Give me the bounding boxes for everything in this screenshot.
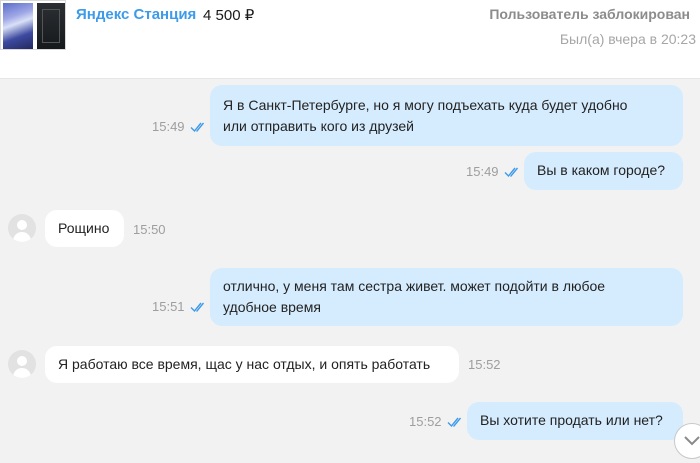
- message-text-line: отлично, у меня там сестра живет. может …: [223, 278, 606, 294]
- message-text-line: удобное время: [223, 299, 321, 315]
- chat-header: Яндекс Станция 4 500 ₽ Пользователь забл…: [0, 0, 700, 79]
- message-bubble-outgoing: отлично, у меня там сестра живет. может …: [210, 268, 683, 326]
- message-time: 15:52: [409, 414, 442, 429]
- message-bubble-outgoing: Вы в каком городе?: [524, 152, 683, 190]
- message-bubble-incoming: Рощино: [45, 210, 124, 247]
- message-bubble-outgoing: Я в Санкт-Петербурге, но я могу подъехат…: [210, 85, 683, 146]
- message-time: 15:52: [468, 357, 501, 372]
- message-text: Я работаю все время, щас у нас отдых, и …: [58, 356, 431, 372]
- double-check-icon: [447, 417, 462, 428]
- double-check-icon: [190, 302, 205, 313]
- message-bubble-outgoing: Вы хотите продать или нет?: [467, 402, 683, 440]
- message-text: Вы хотите продать или нет?: [480, 412, 663, 428]
- message-time: 15:49: [466, 164, 499, 179]
- product-price: 4 500 ₽: [203, 7, 255, 24]
- double-check-icon: [190, 122, 205, 133]
- scroll-down-button[interactable]: [674, 423, 700, 459]
- message-time: 15:50: [133, 222, 166, 237]
- message-bubble-incoming: Я работаю все время, щас у нас отдых, и …: [45, 346, 459, 383]
- message-text-line: Я в Санкт-Петербурге, но я могу подъехат…: [223, 97, 628, 113]
- last-seen: Был(а) вчера в 20:23: [559, 31, 696, 47]
- message-time: 15:51: [152, 299, 185, 314]
- user-blocked-status: Пользователь заблокирован: [489, 6, 690, 22]
- message-time: 15:49: [152, 119, 185, 134]
- message-text-line: или отправить кого из друзей: [223, 118, 414, 134]
- message-text: Рощино: [58, 220, 110, 236]
- user-avatar-icon[interactable]: [8, 350, 36, 378]
- chevron-down-icon: [684, 436, 700, 446]
- product-photo-box: [3, 3, 33, 49]
- user-avatar-icon[interactable]: [8, 214, 36, 242]
- product-thumbnail[interactable]: [0, 0, 66, 50]
- product-title-link[interactable]: Яндекс Станция: [76, 6, 196, 23]
- product-photo-device: [37, 3, 65, 49]
- double-check-icon: [504, 167, 519, 178]
- message-text: Вы в каком городе?: [537, 162, 666, 178]
